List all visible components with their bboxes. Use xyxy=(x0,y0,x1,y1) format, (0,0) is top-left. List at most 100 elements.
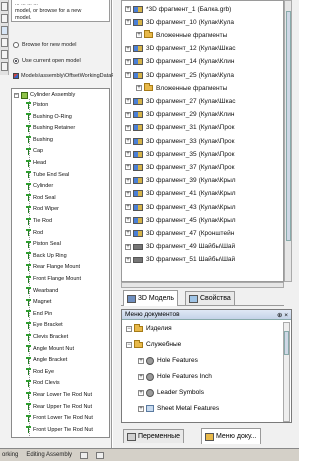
tree-fragment-row[interactable]: +3D фрагмент_33 (Кулак\Прок xyxy=(125,137,234,145)
expand-icon[interactable]: + xyxy=(125,256,131,263)
status-options-icon[interactable] xyxy=(96,451,105,459)
documents-menu-item[interactable]: + Leader Symbols xyxy=(138,388,204,397)
collapse-icon[interactable]: − xyxy=(126,325,132,332)
expand-icon[interactable]: + xyxy=(136,85,142,92)
tree-fragment-row[interactable]: +3D фрагмент_49 Шайбы\Шай xyxy=(125,243,235,251)
scroll-thumb[interactable] xyxy=(284,331,289,355)
tree-fragment-row[interactable]: +3D фрагмент_27 (Кулак\Шкас xyxy=(125,97,236,105)
tree-part-item[interactable]: Front Flange Mount xyxy=(26,275,81,283)
expand-icon[interactable]: + xyxy=(125,45,131,52)
expand-icon[interactable]: + xyxy=(125,230,131,237)
expand-icon[interactable]: + xyxy=(138,373,144,380)
assembly-tree[interactable]: − Cylinder Assembly Piston Bushing O-Ring… xyxy=(11,88,110,438)
documents-menu-scrollbar[interactable] xyxy=(283,322,290,422)
tab-custom-icon[interactable] xyxy=(1,62,8,71)
tree-fragment-row[interactable]: +3D фрагмент_12 (Кулак\Шкас xyxy=(125,45,236,53)
expand-icon[interactable]: + xyxy=(125,72,131,78)
tab-design-icon[interactable] xyxy=(1,26,8,35)
tab-explorer-icon[interactable] xyxy=(1,38,8,47)
tree-vertical-scrollbar[interactable] xyxy=(284,0,292,282)
documents-menu-item[interactable]: + Hole Features xyxy=(138,356,198,365)
tree-part-item[interactable]: Piston Seal xyxy=(26,240,61,248)
tree-part-item[interactable]: Bushing xyxy=(26,136,53,144)
tree-part-item[interactable]: Rear Upper Tie Rod Nut xyxy=(26,403,92,411)
expand-icon[interactable]: + xyxy=(125,124,131,131)
tree-folder-row[interactable]: + Вложенные фрагменты xyxy=(136,83,229,92)
tree-part-item[interactable]: Bushing Retainer xyxy=(26,124,75,132)
tree-part-item[interactable]: Tube End Seal xyxy=(26,171,69,179)
tree-part-item[interactable]: Head xyxy=(26,159,46,167)
expand-icon[interactable]: + xyxy=(125,177,131,184)
radio-button-selected[interactable] xyxy=(13,58,19,64)
tree-part-item[interactable]: Rear Lower Tie Rod Nut xyxy=(26,391,92,399)
tree-part-item[interactable]: Wearband xyxy=(26,287,58,295)
tree-part-item[interactable]: Rod Wiper xyxy=(26,205,59,213)
collapse-icon[interactable]: − xyxy=(14,92,19,98)
tree-part-item[interactable]: Rod xyxy=(26,229,43,237)
tree-part-item[interactable]: Rod Clevis xyxy=(26,379,60,387)
tab-properties[interactable]: Свойства xyxy=(185,291,235,305)
expand-icon[interactable]: + xyxy=(125,19,131,26)
tree-part-item[interactable]: Rear Flange Mount xyxy=(26,263,80,271)
tree-fragment-row[interactable]: +3D фрагмент_31 (Кулак\Прок xyxy=(125,124,234,132)
expand-icon[interactable]: + xyxy=(125,6,131,12)
expand-icon[interactable]: + xyxy=(125,204,131,210)
tree-fragment-row[interactable]: + *3D фрагмент_1 (Балка.grb) xyxy=(125,5,231,13)
tree-fragment-row[interactable]: +3D фрагмент_37 (Кулак\Прок xyxy=(125,163,234,171)
tree-part-item[interactable]: Bushing O-Ring xyxy=(26,113,72,121)
radio-button[interactable] xyxy=(13,42,19,48)
expand-icon[interactable]: + xyxy=(125,190,131,197)
expand-icon[interactable]: + xyxy=(125,151,131,158)
tree-part-item[interactable]: Front Lower Tie Rod Nut xyxy=(26,414,93,422)
tree-fragment-row[interactable]: +3D фрагмент_25 (Кулак\Кула xyxy=(125,71,234,79)
tree-folder-row[interactable]: + Вложенные фрагменты xyxy=(136,30,229,39)
tree-fragment-row[interactable]: +3D фрагмент_39 (Кулак\Крыл xyxy=(125,177,236,185)
tree-part-item[interactable]: Tie Rod xyxy=(26,217,52,225)
expand-icon[interactable]: + xyxy=(138,389,144,396)
expand-icon[interactable]: + xyxy=(125,138,131,144)
tab-home-icon[interactable] xyxy=(1,2,8,11)
expand-icon[interactable]: + xyxy=(138,357,144,364)
tree-part-item[interactable]: Front Upper Tie Rod Nut xyxy=(26,426,93,434)
tree-part-item[interactable]: Cylinder xyxy=(26,182,53,190)
tree-fragment-row[interactable]: +3D фрагмент_43 (Кулак\Крыл xyxy=(125,203,236,211)
tree-fragment-row[interactable]: +3D фрагмент_51 Шайбы\Шай xyxy=(125,256,235,264)
tree-part-item[interactable]: Piston xyxy=(26,101,48,109)
tree-part-item[interactable]: Back Up Ring xyxy=(26,252,67,260)
model-tree[interactable]: + *3D фрагмент_1 (Балка.grb) +3D фрагмент_1… xyxy=(121,0,284,282)
current-model-option[interactable]: Use current open model xyxy=(13,58,81,64)
tree-fragment-row[interactable]: +3D фрагмент_47 (Кронштейн xyxy=(125,229,234,237)
tree-fragment-row[interactable]: +3D фрагмент_29 (Кулак\Клин xyxy=(125,111,234,119)
documents-menu-item[interactable]: − Служебные xyxy=(126,339,181,349)
browse-model-option[interactable]: Browse for new model xyxy=(13,42,76,48)
tree-fragment-row[interactable]: +3D фрагмент_14 (Кулак\Клин xyxy=(125,58,234,66)
tree-part-item[interactable]: Angle Mount Nut xyxy=(26,345,74,353)
tree-part-item[interactable]: Cap xyxy=(26,147,43,155)
expand-icon[interactable]: + xyxy=(138,405,144,412)
documents-menu-item[interactable]: + Hole Features Inch xyxy=(138,372,212,381)
expand-icon[interactable]: + xyxy=(136,32,142,39)
tree-fragment-row[interactable]: +3D фрагмент_10 (Кулак\Кула xyxy=(125,18,234,26)
tree-part-item[interactable]: Angle Bracket xyxy=(26,356,67,364)
tab-3d-model[interactable]: 3D Модель xyxy=(123,290,179,306)
scroll-thumb[interactable] xyxy=(286,11,291,241)
tab-documents-menu[interactable]: Меню доку... xyxy=(201,428,261,444)
expand-icon[interactable]: + xyxy=(125,164,131,171)
tab-variables[interactable]: Переменные xyxy=(123,429,185,443)
documents-menu-item[interactable]: + Sheet Metal Features xyxy=(138,404,219,413)
tree-part-item[interactable]: Rod Seal xyxy=(26,194,56,202)
collapse-icon[interactable]: − xyxy=(126,341,132,348)
tree-fragment-row[interactable]: +3D фрагмент_41 (Кулак\Крыл xyxy=(125,190,236,198)
tree-fragment-row[interactable]: +3D фрагмент_45 (Кулак\Крыл xyxy=(125,216,236,224)
expand-icon[interactable]: + xyxy=(125,111,131,118)
tree-part-item[interactable]: Eye Bracket xyxy=(26,321,63,329)
tree-part-item[interactable]: Clevis Bracket xyxy=(26,333,68,341)
pin-close-icon[interactable]: ⊕ × xyxy=(277,311,288,319)
expand-icon[interactable]: + xyxy=(125,98,131,105)
tree-horizontal-scrollbar[interactable] xyxy=(121,282,284,288)
tree-part-item[interactable]: Magnet xyxy=(26,298,51,306)
tree-part-item[interactable]: Rod Eye xyxy=(26,368,54,376)
expand-icon[interactable]: + xyxy=(125,58,131,65)
tab-library-icon[interactable] xyxy=(1,14,8,23)
tree-part-item[interactable]: End Pin xyxy=(26,310,52,318)
